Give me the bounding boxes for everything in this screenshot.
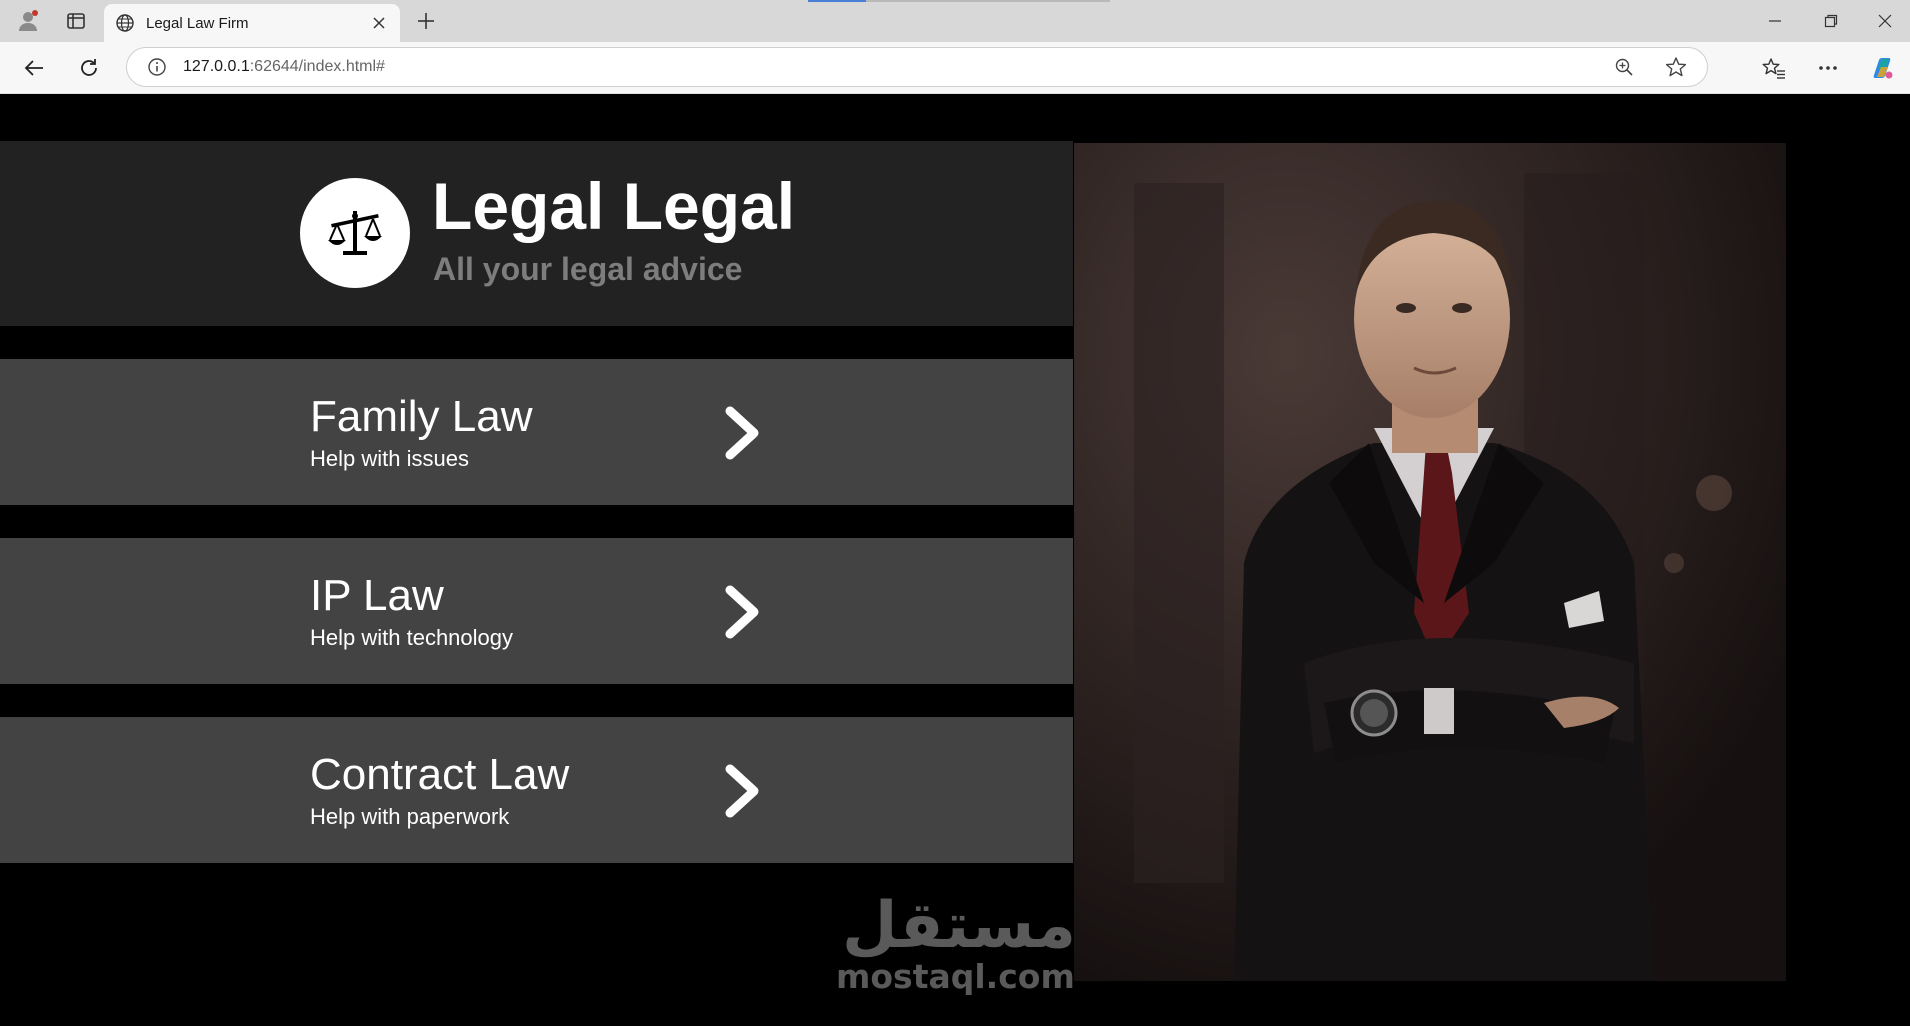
tab-title: Legal Law Firm xyxy=(146,14,249,32)
tab-strip-indicator-track xyxy=(866,0,1110,2)
page-body: Legal Legal All your legal advice Family… xyxy=(0,94,1910,1026)
browser-tab-bar: Legal Law Firm xyxy=(0,0,1910,42)
copilot-icon xyxy=(1873,58,1893,79)
watermark-arabic: مستقل xyxy=(841,889,1076,963)
restore-icon xyxy=(1824,14,1838,28)
workspaces-icon xyxy=(67,13,85,29)
globe-icon xyxy=(114,12,136,34)
star-icon[interactable] xyxy=(1661,52,1691,82)
service-card-contract-law[interactable]: Contract Law Help with paperwork xyxy=(0,717,1073,863)
workspaces-button[interactable] xyxy=(58,5,94,37)
tab-strip-indicator xyxy=(808,0,866,2)
service-subtitle: Help with issues xyxy=(310,446,469,471)
service-subtitle: Help with paperwork xyxy=(310,804,510,829)
service-subtitle: Help with technology xyxy=(310,625,514,650)
chevron-right-icon[interactable] xyxy=(718,582,768,642)
more-button[interactable] xyxy=(1810,50,1846,86)
back-button[interactable] xyxy=(16,50,52,86)
mostaql-watermark: مستقل mostaql.com xyxy=(836,894,1076,1004)
service-title: Family Law xyxy=(310,392,533,441)
service-title: Contract Law xyxy=(310,750,570,799)
service-card-ip-law[interactable]: IP Law Help with technology xyxy=(0,538,1073,684)
scales-icon xyxy=(328,211,382,255)
browser-toolbar: 127.0.0.1:62644/index.html# xyxy=(0,42,1910,94)
close-icon xyxy=(1878,14,1892,28)
minimize-icon xyxy=(1769,20,1781,22)
refresh-button[interactable] xyxy=(71,50,107,86)
plus-icon xyxy=(418,13,434,29)
profile-button[interactable] xyxy=(10,5,46,37)
lawyer-photo xyxy=(1074,143,1786,981)
close-icon[interactable] xyxy=(366,10,392,36)
zoom-icon[interactable] xyxy=(1609,52,1639,82)
minimize-button[interactable] xyxy=(1752,6,1798,36)
url-host: 127.0.0.1 xyxy=(183,58,250,75)
new-tab-button[interactable] xyxy=(410,6,442,36)
chevron-right-icon[interactable] xyxy=(718,403,768,463)
back-arrow-icon xyxy=(24,60,43,76)
profile-icon xyxy=(19,10,38,31)
chevron-right-icon[interactable] xyxy=(718,761,768,821)
favorites-icon xyxy=(1762,58,1785,79)
url-path: :62644/index.html# xyxy=(249,58,385,75)
favorites-button[interactable] xyxy=(1756,50,1792,86)
more-icon xyxy=(1819,66,1837,70)
tab-legal-law-firm[interactable]: Legal Law Firm xyxy=(104,4,400,42)
site-header: Legal Legal All your legal advice xyxy=(0,141,1073,326)
address-bar[interactable]: 127.0.0.1:62644/index.html# xyxy=(126,47,1708,87)
site-tagline: All your legal advice xyxy=(433,251,743,287)
url-text[interactable]: 127.0.0.1:62644/index.html# xyxy=(183,58,1609,76)
refresh-icon xyxy=(81,59,97,76)
lawyer-photo-illustration xyxy=(1074,143,1786,981)
copilot-button[interactable] xyxy=(1864,50,1900,86)
info-icon[interactable] xyxy=(145,55,169,79)
service-card-family-law[interactable]: Family Law Help with issues xyxy=(0,359,1073,505)
restore-button[interactable] xyxy=(1808,6,1854,36)
watermark-latin: mostaql.com xyxy=(836,957,1075,996)
logo[interactable] xyxy=(300,178,410,288)
service-title: IP Law xyxy=(310,571,444,620)
close-window-button[interactable] xyxy=(1862,6,1908,36)
site-title: Legal Legal xyxy=(432,169,796,243)
